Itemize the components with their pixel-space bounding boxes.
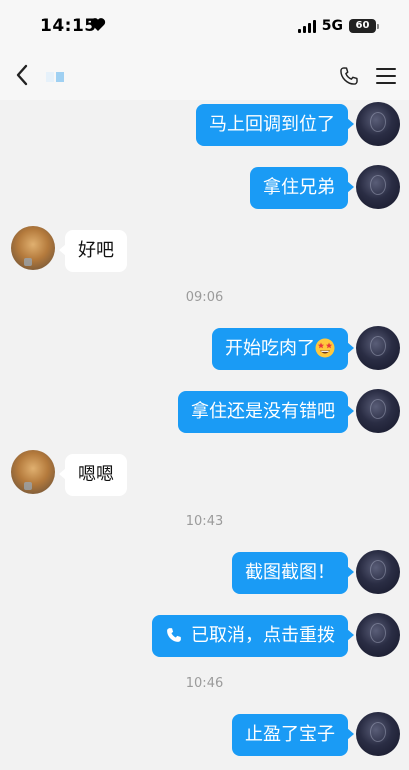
contact-avatar[interactable] (11, 450, 55, 494)
status-time: 14:15 (40, 16, 97, 36)
network-type: 5G (321, 18, 343, 34)
message-bubble[interactable]: 马上回调到位了 (196, 104, 354, 146)
chat-screen: 14:15 5G 60 马上回调到位了 拿住兄弟 好吧 09:06 开始吃肉了 … (0, 0, 409, 770)
message-timestamp: 09:06 (185, 290, 224, 305)
message-bubble[interactable]: 拿住兄弟 (250, 167, 354, 209)
message-text: 拿住还是没有错吧 (191, 401, 335, 422)
message-bubble[interactable]: 好吧 (59, 230, 127, 272)
my-avatar[interactable] (356, 326, 400, 370)
message-bubble[interactable]: 嗯嗯 (59, 454, 127, 496)
status-bar: 14:15 5G 60 (0, 0, 409, 52)
message-text: 已取消，点击重拨 (191, 625, 335, 646)
call-record-bubble[interactable]: 已取消，点击重拨 (152, 615, 354, 657)
status-indicators: 5G 60 (297, 18, 379, 34)
message-bubble[interactable]: 止盈了宝子 (232, 714, 354, 756)
message-text: 截图截图！ (245, 562, 335, 583)
message-text: 拿住兄弟 (263, 177, 335, 198)
message-list[interactable]: 马上回调到位了 拿住兄弟 好吧 09:06 开始吃肉了 拿住还是没有错吧 嗯嗯 … (0, 100, 409, 770)
my-avatar[interactable] (356, 550, 400, 594)
battery-level: 60 (355, 20, 370, 31)
message-timestamp: 10:43 (185, 514, 224, 529)
contact-avatar[interactable] (11, 226, 55, 270)
my-avatar[interactable] (356, 712, 400, 756)
message-bubble[interactable]: 开始吃肉了 (212, 328, 354, 370)
battery-icon: 60 (349, 19, 379, 33)
message-bubble[interactable]: 截图截图！ (232, 552, 354, 594)
my-avatar[interactable] (356, 389, 400, 433)
message-text: 止盈了宝子 (245, 724, 335, 745)
message-text: 马上回调到位了 (209, 114, 335, 135)
heart-icon (90, 18, 106, 31)
voice-call-button[interactable] (336, 63, 362, 89)
star-struck-emoji-icon (315, 338, 335, 357)
back-button[interactable] (10, 62, 34, 88)
message-text: 嗯嗯 (78, 464, 114, 485)
my-avatar[interactable] (356, 102, 400, 146)
message-text: 好吧 (78, 240, 114, 261)
nav-bar (0, 52, 409, 100)
message-text: 开始吃肉了 (225, 338, 315, 359)
my-avatar[interactable] (356, 613, 400, 657)
message-timestamp: 10:46 (185, 676, 224, 691)
contact-name-blurred (46, 72, 64, 82)
menu-button[interactable] (373, 63, 399, 89)
signal-icon (297, 19, 316, 33)
message-bubble[interactable]: 拿住还是没有错吧 (178, 391, 354, 433)
menu-icon (376, 68, 396, 70)
phone-icon (340, 67, 358, 85)
my-avatar[interactable] (356, 165, 400, 209)
phone-icon (167, 627, 181, 642)
chevron-left-icon (16, 64, 28, 86)
